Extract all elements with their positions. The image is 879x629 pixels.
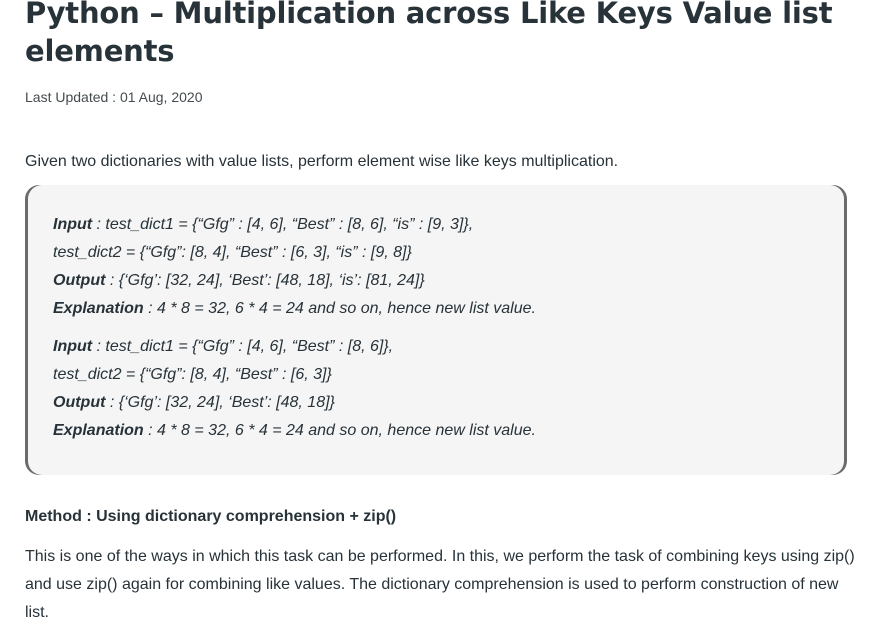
method-paragraph: This is one of the ways in which this ta… (25, 548, 855, 621)
input-value: : test_dict1 = {“Gfg” : [4, 6], “Best” :… (92, 338, 394, 355)
example-output-line: Output : {‘Gfg’: [32, 24], ‘Best’: [48, … (53, 389, 833, 417)
last-updated-date: Last Updated : 01 Aug, 2020 (25, 89, 203, 105)
example-explanation-line: Explanation : 4 * 8 = 32, 6 * 4 = 24 and… (53, 417, 833, 445)
output-label: Output (53, 272, 106, 289)
explanation-value: : 4 * 8 = 32, 6 * 4 = 24 and so on, henc… (143, 300, 536, 317)
input-value: : test_dict1 = {“Gfg” : [4, 6], “Best” :… (92, 216, 474, 233)
input-label: Input (53, 338, 93, 355)
example-box: Input : test_dict1 = {“Gfg” : [4, 6], “B… (25, 185, 847, 475)
example-input-continued: test_dict2 = {“Gfg”: [8, 4], “Best” : [6… (53, 366, 332, 383)
method-heading: Method : Using dictionary comprehension … (25, 508, 397, 525)
output-value: : {‘Gfg’: [32, 24], ‘Best’: [48, 18]} (105, 394, 335, 411)
intro-paragraph: Given two dictionaries with value lists,… (25, 153, 619, 170)
page-title: Python – Multiplication across Like Keys… (25, 0, 833, 68)
explanation-label: Explanation (53, 422, 144, 439)
explanation-value: : 4 * 8 = 32, 6 * 4 = 24 and so on, henc… (143, 422, 536, 439)
example-input-line: Input : test_dict1 = {“Gfg” : [4, 6], “B… (53, 211, 833, 239)
output-label: Output (53, 394, 106, 411)
input-label: Input (53, 216, 93, 233)
example-group: Input : test_dict1 = {“Gfg” : [4, 6], “B… (53, 333, 833, 445)
output-value: : {‘Gfg’: [32, 24], ‘Best’: [48, 18], ‘i… (105, 272, 425, 289)
example-output-line: Output : {‘Gfg’: [32, 24], ‘Best’: [48, … (53, 267, 833, 295)
example-explanation-line: Explanation : 4 * 8 = 32, 6 * 4 = 24 and… (53, 295, 833, 323)
explanation-label: Explanation (53, 300, 144, 317)
example-input-continued: test_dict2 = {“Gfg”: [8, 4], “Best” : [6… (53, 244, 412, 261)
example-input-line: Input : test_dict1 = {“Gfg” : [4, 6], “B… (53, 333, 833, 361)
example-group: Input : test_dict1 = {“Gfg” : [4, 6], “B… (53, 211, 833, 323)
